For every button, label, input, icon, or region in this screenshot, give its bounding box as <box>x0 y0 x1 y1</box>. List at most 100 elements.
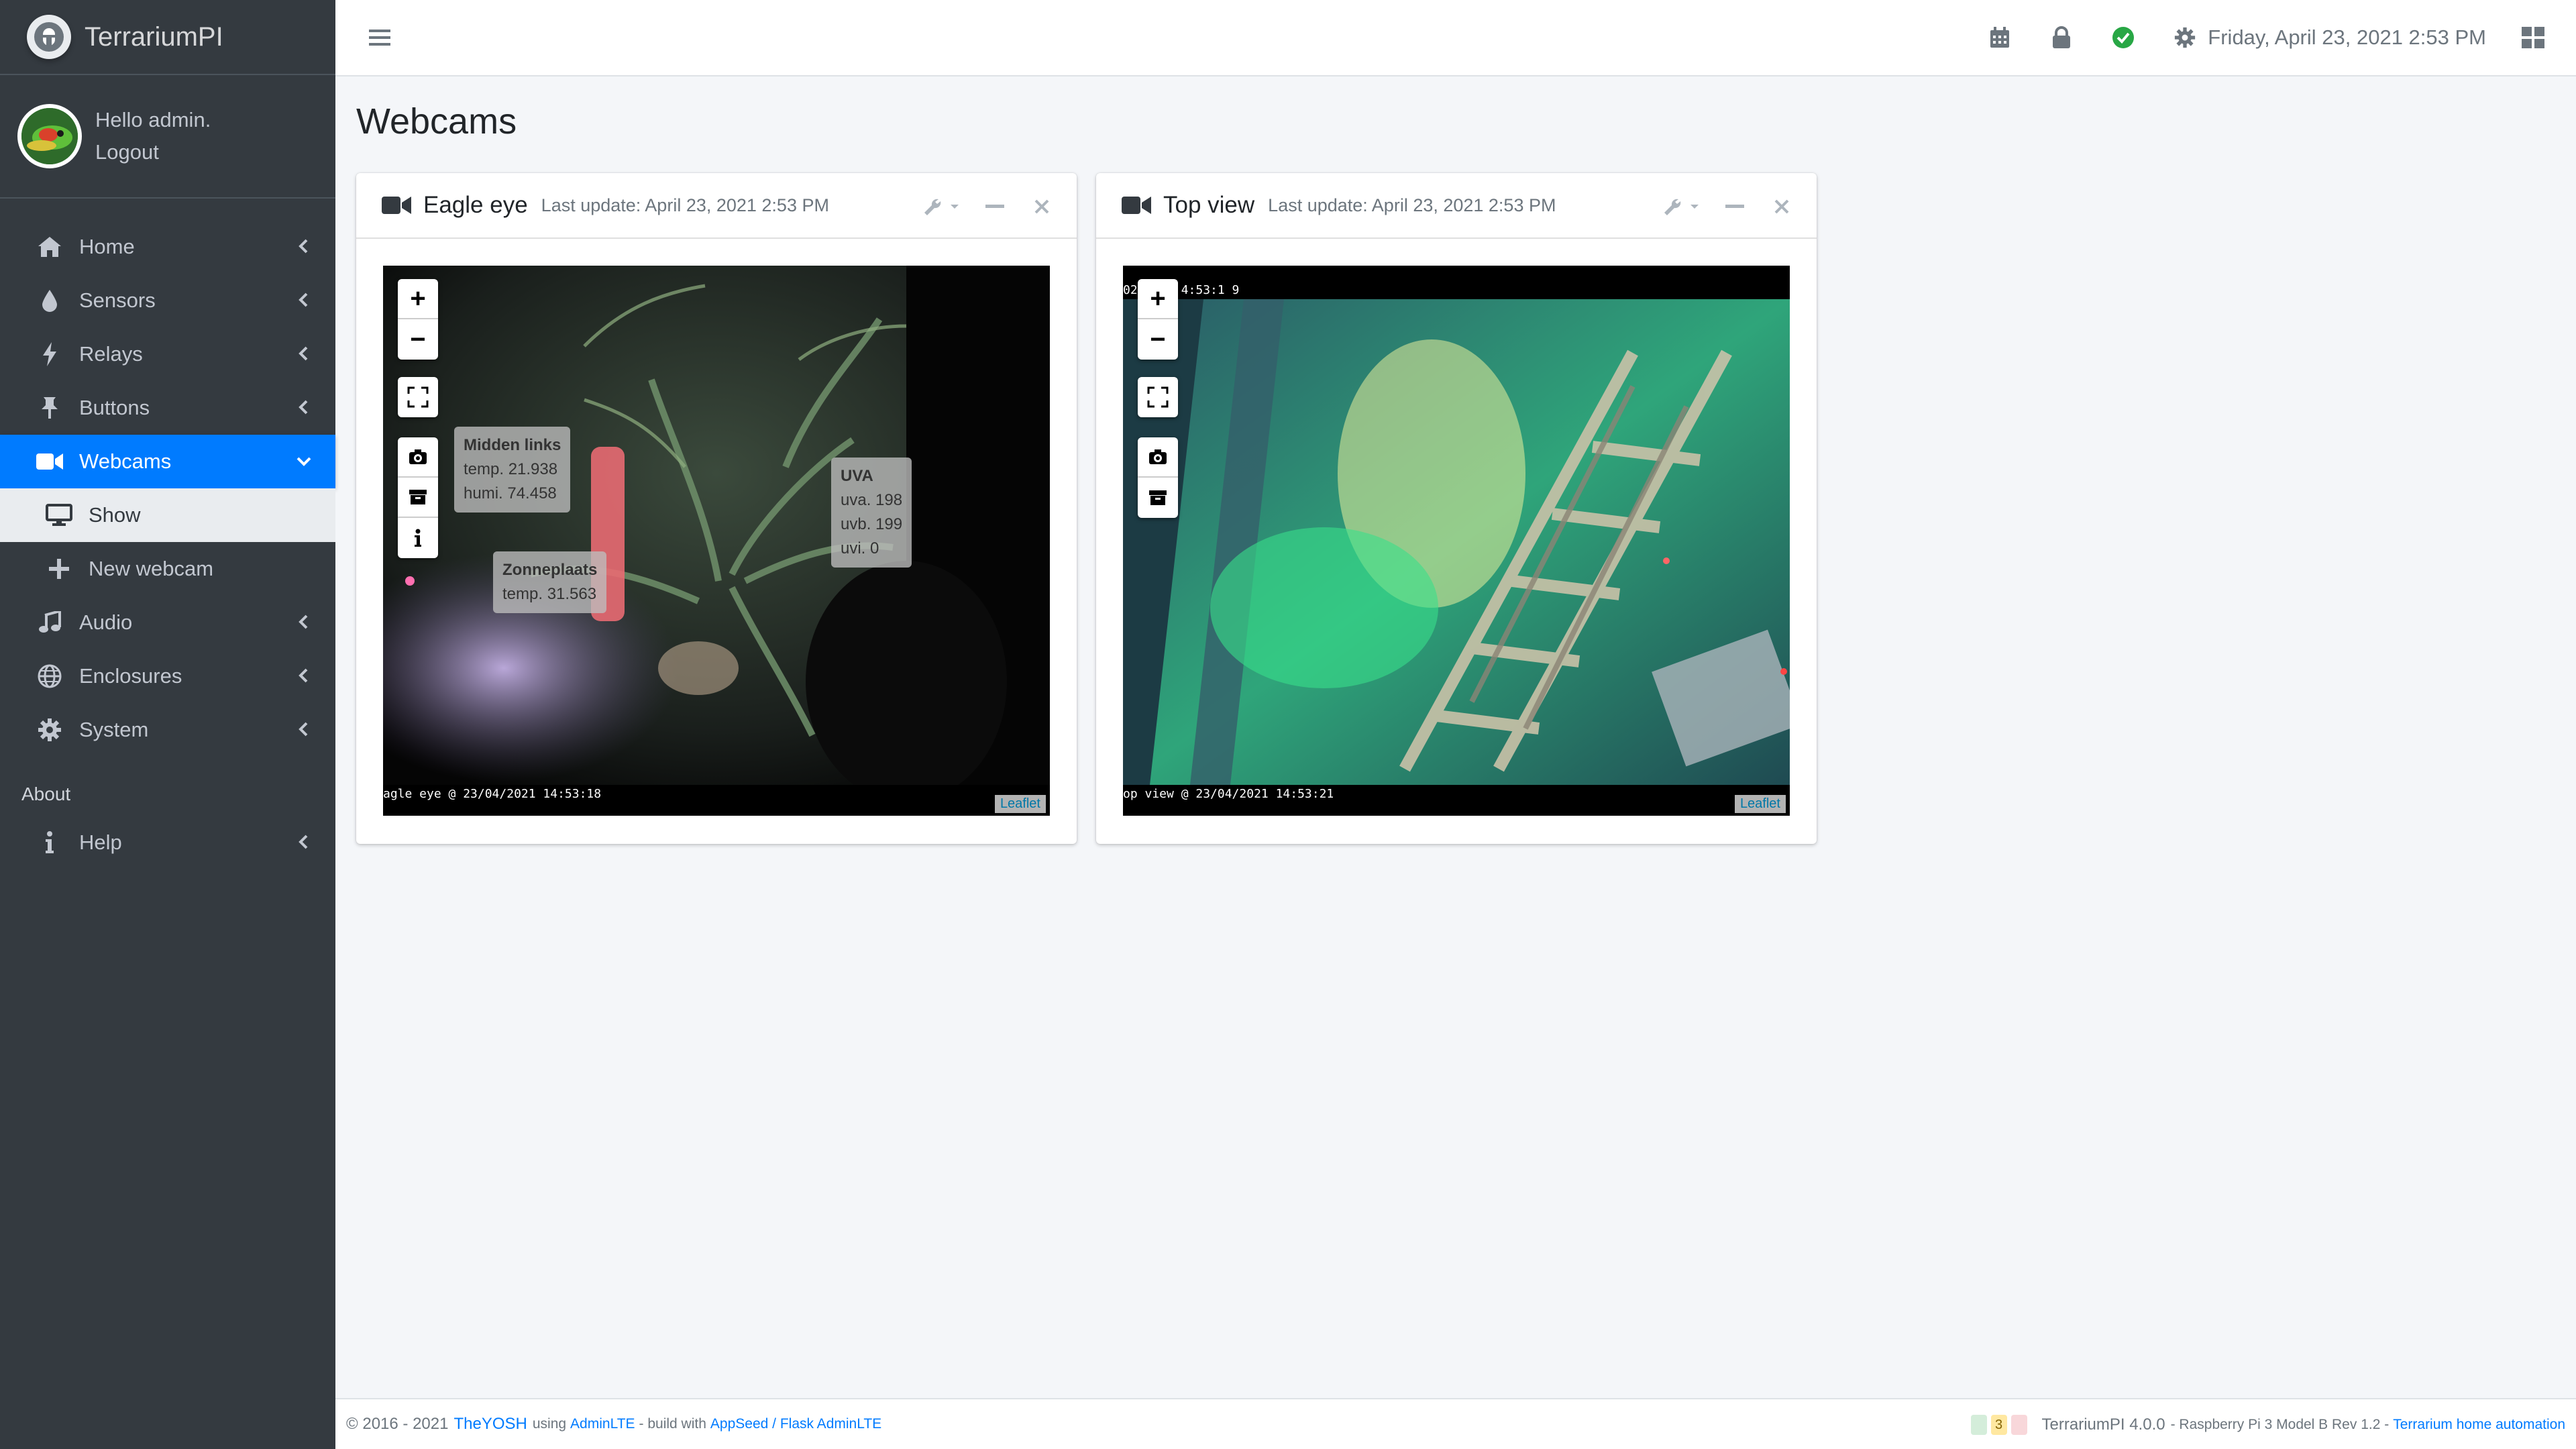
leaflet-attribution-link[interactable]: Leaflet <box>1734 795 1786 813</box>
webcam-action-control <box>398 437 438 558</box>
sidebar-item-sensors[interactable]: Sensors <box>0 274 335 327</box>
marker-value: humi. 74.458 <box>464 484 557 502</box>
last-update: Last update: April 23, 2021 2:53 PM <box>541 195 829 215</box>
marker-title: Zonneplaats <box>502 561 598 579</box>
lock-icon[interactable] <box>2049 25 2074 50</box>
zoom-out-button[interactable]: − <box>1138 319 1178 360</box>
sidebar-item-label: Webcams <box>79 449 172 473</box>
author-link[interactable]: TheYOSH <box>453 1415 527 1434</box>
sidebar-nav: Home Sensors Relays Buttons Webcams Show… <box>0 199 335 869</box>
wrench-dropdown-icon[interactable] <box>1661 193 1701 220</box>
fullscreen-icon[interactable] <box>1138 377 1178 417</box>
logout-link[interactable]: Logout <box>95 140 159 164</box>
camera-icon[interactable] <box>1138 437 1178 478</box>
avatar[interactable] <box>17 104 82 168</box>
desktop-icon <box>44 500 74 530</box>
sidebar-item-label: Audio <box>79 610 133 634</box>
sidebar-item-relays[interactable]: Relays <box>0 327 335 381</box>
marker-value: temp. 21.938 <box>464 460 558 478</box>
build-with-text: - build with <box>639 1416 706 1432</box>
info-icon <box>35 828 64 857</box>
webcam-map[interactable]: agle eye @ 23/04/2021 14:53:18 Leaflet +… <box>383 266 1050 816</box>
zoom-in-button[interactable]: + <box>398 279 438 319</box>
bolt-icon <box>35 339 64 369</box>
adminlte-link[interactable]: AdminLTE <box>570 1416 635 1432</box>
hamburger-menu-icon[interactable] <box>368 25 392 50</box>
sidebar-item-label: Help <box>79 830 122 854</box>
check-circle-icon[interactable] <box>2111 25 2135 50</box>
last-update: Last update: April 23, 2021 2:53 PM <box>1268 195 1556 215</box>
webcam-card: Eagle eye Last update: April 23, 2021 2:… <box>356 173 1077 844</box>
webcam-map[interactable]: 02 23 1 4:53:1 9 op view @ 23/04/2021 14… <box>1123 266 1790 816</box>
sidebar-item-label: Sensors <box>79 288 156 312</box>
sensor-marker[interactable]: Zonneplaats temp. 31.563 <box>493 551 607 613</box>
chevron-left-icon <box>299 292 308 307</box>
close-icon[interactable] <box>1028 193 1055 220</box>
sidebar-item-new-webcam[interactable]: New webcam <box>0 542 335 596</box>
user-panel: Hello admin. Logout <box>0 75 335 199</box>
info-icon[interactable] <box>398 518 438 558</box>
sidebar-item-show[interactable]: Show <box>0 488 335 542</box>
hardware-text: - Raspberry Pi 3 Model B Rev 1.2 - <box>2170 1417 2390 1432</box>
sidebar-item-label: Home <box>79 235 135 258</box>
settings-gear-icon[interactable] <box>2173 25 2197 50</box>
zoom-control: + − <box>1138 279 1178 360</box>
grid-dashboard-icon[interactable] <box>2521 25 2545 50</box>
webcam-card: Top view Last update: April 23, 2021 2:5… <box>1096 173 1817 844</box>
leaflet-attribution-link[interactable]: Leaflet <box>994 795 1046 813</box>
current-datetime: Friday, April 23, 2021 2:53 PM <box>2208 25 2486 49</box>
music-icon <box>35 608 64 637</box>
webcam-action-control <box>1138 437 1178 518</box>
sidebar-item-system[interactable]: System <box>0 703 335 757</box>
archive-icon[interactable] <box>398 478 438 518</box>
webcam-image <box>383 266 1050 785</box>
fullscreen-control <box>398 377 438 417</box>
collapse-icon[interactable] <box>1721 193 1748 220</box>
camera-icon[interactable] <box>398 437 438 478</box>
sidebar-item-audio[interactable]: Audio <box>0 596 335 649</box>
chevron-left-icon <box>299 668 308 683</box>
zoom-out-button[interactable]: − <box>398 319 438 360</box>
marker-title: UVA <box>841 467 873 485</box>
globe-icon <box>35 661 64 691</box>
archive-icon[interactable] <box>1138 478 1178 518</box>
webcams-submenu: Show New webcam <box>0 488 335 596</box>
using-text: using <box>532 1416 567 1432</box>
close-icon[interactable] <box>1768 193 1795 220</box>
collapse-icon[interactable] <box>981 193 1008 220</box>
video-icon <box>35 447 64 476</box>
fullscreen-control <box>1138 377 1178 417</box>
wrench-dropdown-icon[interactable] <box>921 193 961 220</box>
sidebar-item-label: Relays <box>79 342 143 366</box>
tint-icon <box>35 286 64 315</box>
sensor-marker[interactable]: UVA uva. 198 uvb. 199 uvi. 0 <box>831 458 912 568</box>
calendar-icon[interactable] <box>1988 25 2012 50</box>
version-text: TerrariumPI 4.0.0 <box>2041 1415 2165 1434</box>
zoom-control: + − <box>398 279 438 360</box>
page-title: Webcams <box>356 101 517 142</box>
home-icon <box>35 232 64 262</box>
sidebar-item-enclosures[interactable]: Enclosures <box>0 649 335 703</box>
appseed-link[interactable]: AppSeed / Flask AdminLTE <box>710 1416 881 1432</box>
sidebar-item-label: System <box>79 718 149 741</box>
brand-link[interactable]: TerrariumPI <box>0 0 335 75</box>
sidebar-item-label: Buttons <box>79 396 150 419</box>
timestamp-overlay: op view @ 23/04/2021 14:53:21 <box>1123 787 1334 801</box>
status-badge: 3 <box>1990 1415 2007 1435</box>
plus-icon <box>44 554 74 584</box>
marker-value: uva. 198 <box>841 491 903 509</box>
card-header: Top view Last update: April 23, 2021 2:5… <box>1096 173 1817 239</box>
card-header: Eagle eye Last update: April 23, 2021 2:… <box>356 173 1077 239</box>
chevron-left-icon <box>299 835 308 849</box>
sidebar-item-home[interactable]: Home <box>0 220 335 274</box>
zoom-in-button[interactable]: + <box>1138 279 1178 319</box>
status-badge <box>1970 1415 1987 1435</box>
project-link[interactable]: Terrarium home automation <box>2393 1417 2565 1433</box>
sidebar-item-webcams[interactable]: Webcams <box>0 435 335 488</box>
sidebar-item-help[interactable]: Help <box>0 816 335 869</box>
webcam-name: Top view <box>1163 192 1255 218</box>
fullscreen-icon[interactable] <box>398 377 438 417</box>
sidebar-item-buttons[interactable]: Buttons <box>0 381 335 435</box>
sensor-marker[interactable]: Midden links temp. 21.938 humi. 74.458 <box>454 427 571 513</box>
chevron-left-icon <box>299 346 308 361</box>
